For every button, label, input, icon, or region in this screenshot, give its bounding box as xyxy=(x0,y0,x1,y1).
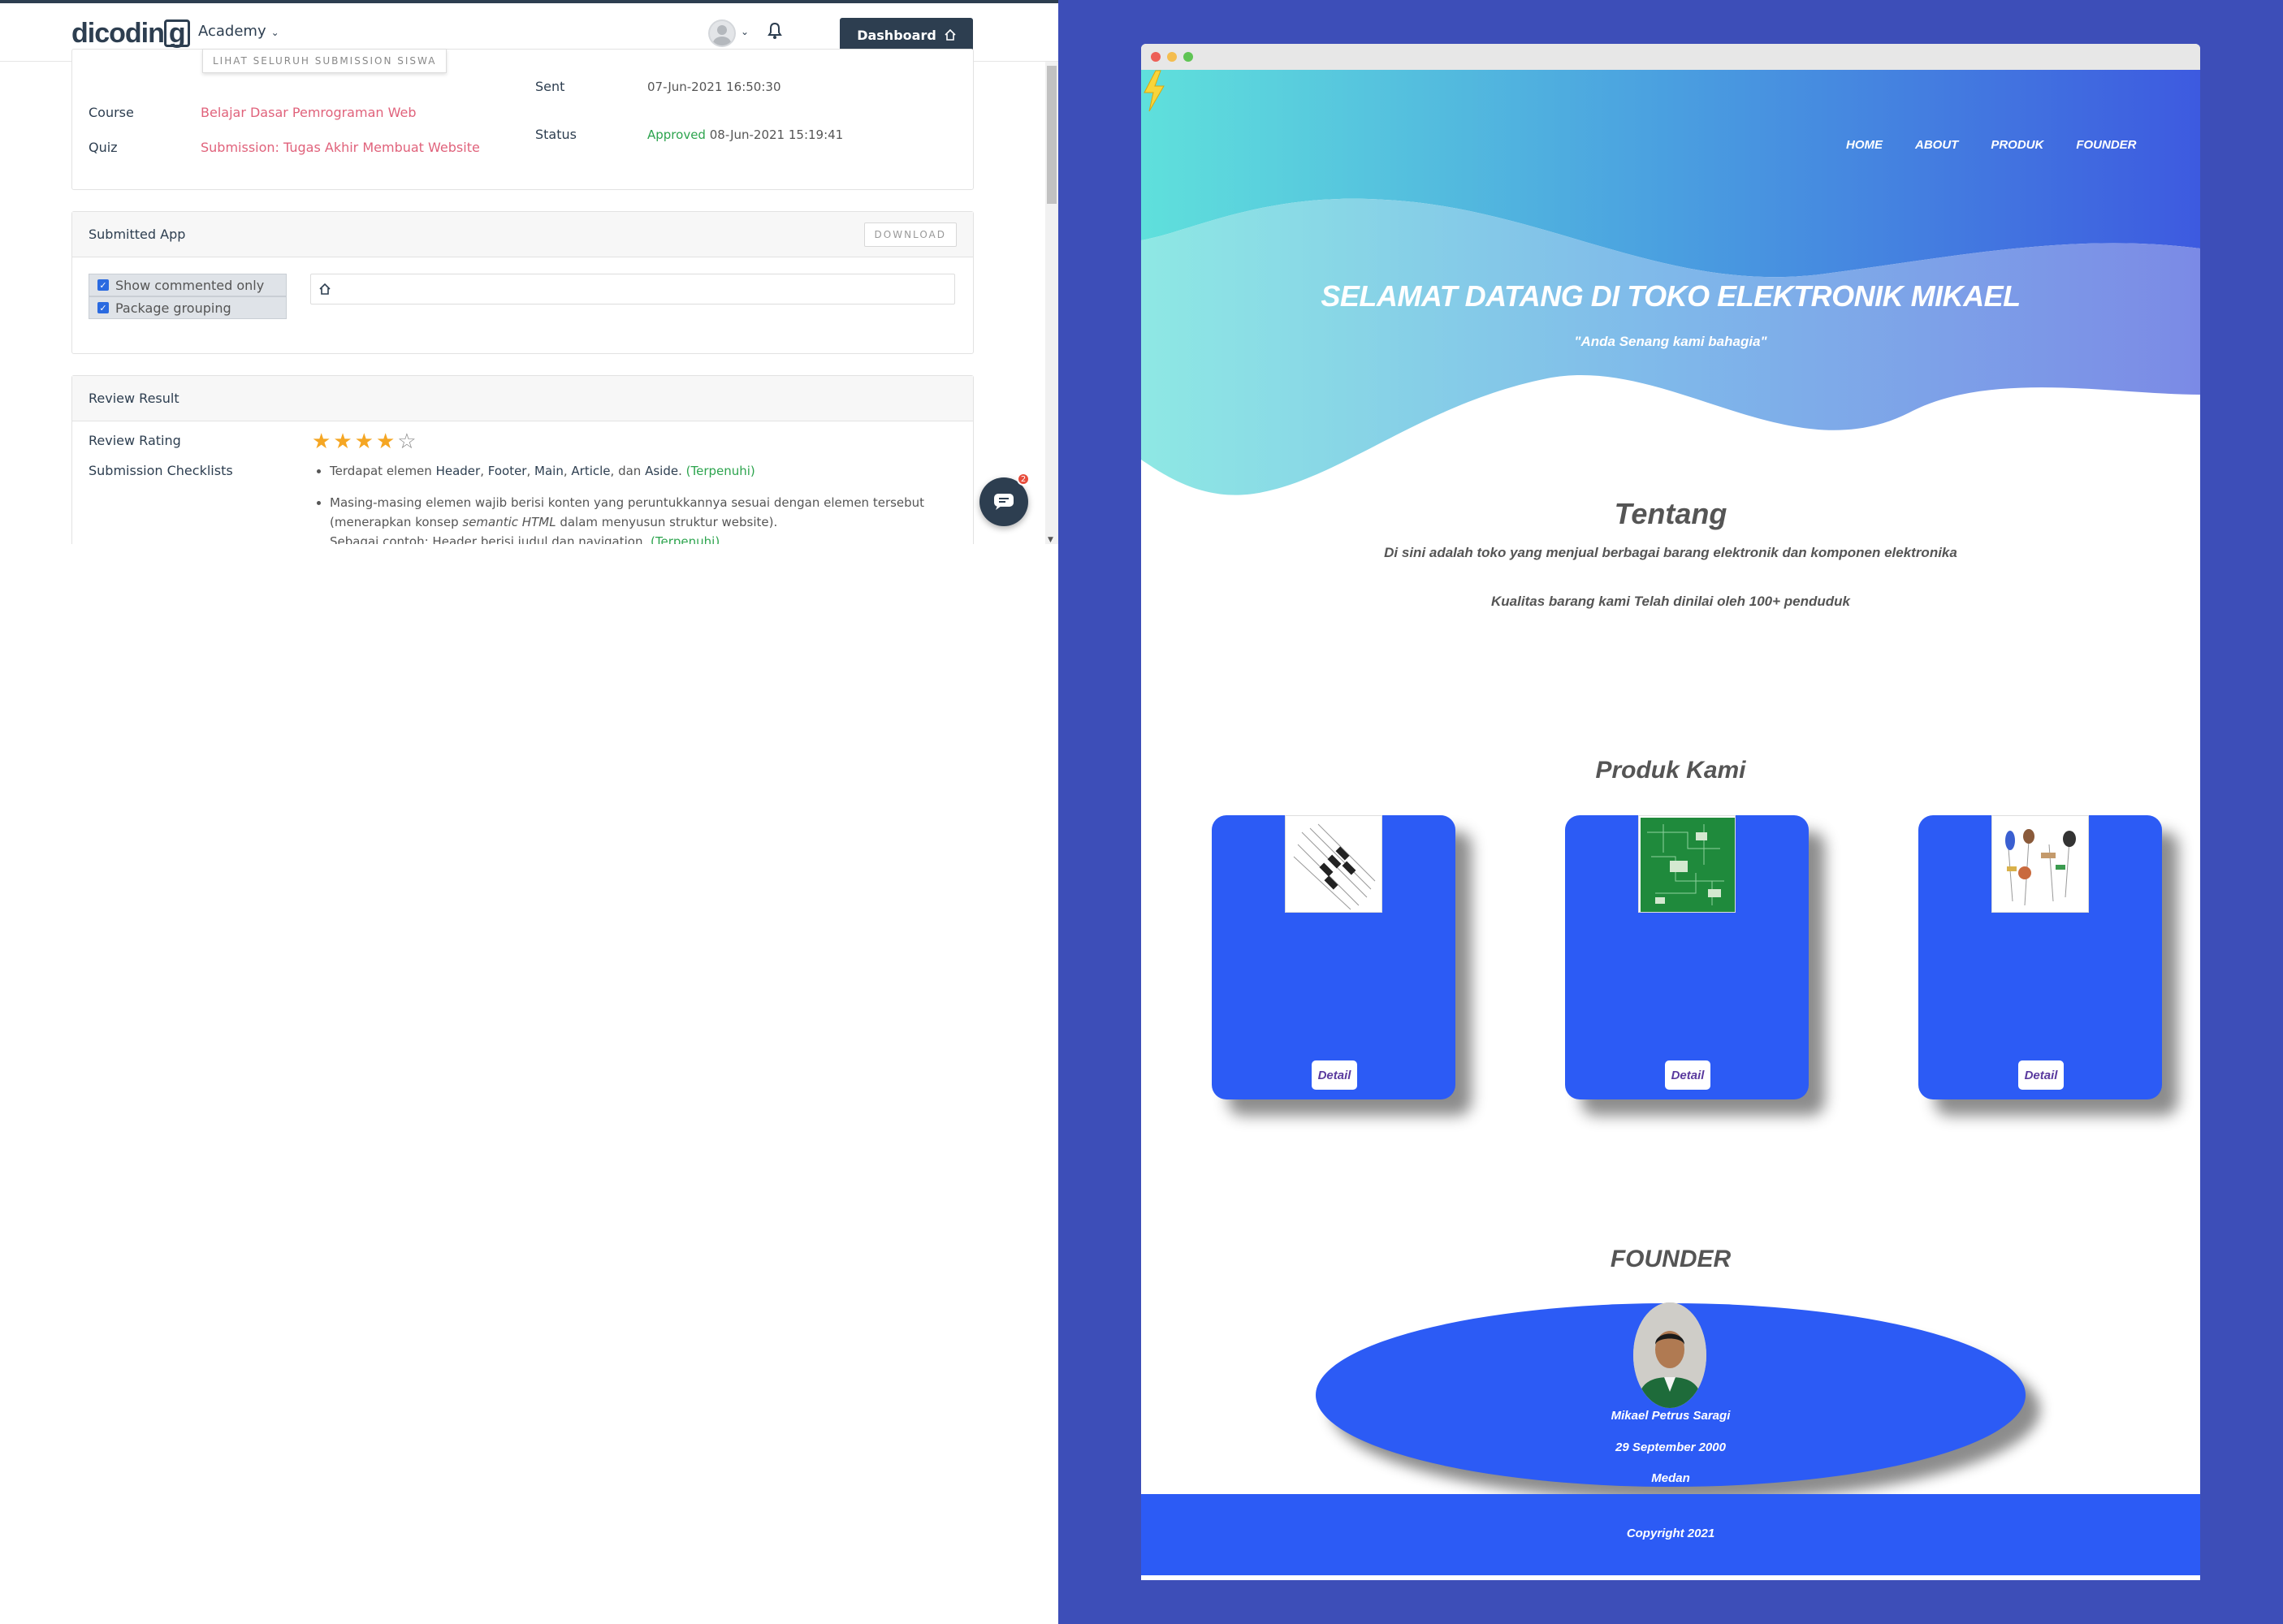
product-card: Detail xyxy=(1565,815,1809,1099)
package-grouping-label: Package grouping xyxy=(115,300,231,316)
chevron-down-icon: ⌄ xyxy=(270,27,279,38)
star-filled-icon: ★ xyxy=(375,430,396,454)
minimize-dot-icon[interactable] xyxy=(1167,52,1177,62)
lightning-logo-icon[interactable] xyxy=(1141,70,1167,112)
detail-button[interactable]: Detail xyxy=(2018,1060,2064,1090)
nav-home-link[interactable]: HOME xyxy=(1846,138,1883,152)
site-nav: HOME ABOUT PRODUK FOUNDER xyxy=(1846,138,2137,152)
status-label: Status xyxy=(535,127,577,142)
review-result-header: Review Result xyxy=(72,376,973,421)
see-all-submissions-button[interactable]: LIHAT SELURUH SUBMISSION SISWA xyxy=(202,49,448,73)
avatar[interactable] xyxy=(708,19,736,47)
status-value: Approved 08-Jun-2021 15:19:41 xyxy=(647,127,843,142)
quiz-label: Quiz xyxy=(89,140,118,155)
founder-city: Medan xyxy=(1651,1471,1690,1485)
founder-dob: 29 September 2000 xyxy=(1615,1440,1726,1454)
chevron-down-icon[interactable]: ⌄ xyxy=(741,26,749,37)
dicoding-pane: dicodin g Academy ⌄ ⌄ Dashboard LIHAT SELU… xyxy=(0,0,1058,1624)
academy-menu[interactable]: Academy ⌄ xyxy=(198,23,279,40)
about-text-2: Kualitas barang kami Telah dinilai oleh … xyxy=(1491,594,1850,609)
hero-title: SELAMAT DATANG DI TOKO ELEKTRONIK MIKAEL xyxy=(1321,279,2021,313)
submitted-app-card: Submitted App DOWNLOAD ✓ Show commented … xyxy=(71,211,974,354)
detail-button[interactable]: Detail xyxy=(1665,1060,1710,1090)
browser-window: HOME ABOUT PRODUK FOUNDER SELAMAT DATANG… xyxy=(1141,44,2200,1580)
sent-value: 07-Jun-2021 16:50:30 xyxy=(647,80,781,94)
rating-stars: ★ ★ ★ ★ ☆ xyxy=(312,430,417,454)
chat-count-badge: 2 xyxy=(1017,473,1030,486)
home-icon[interactable] xyxy=(319,283,331,295)
review-result-title: Review Result xyxy=(89,391,179,406)
founder-photo xyxy=(1633,1302,1706,1408)
about-title: Tentang xyxy=(1614,497,1727,530)
submitted-app-title: Submitted App xyxy=(89,227,186,242)
dicoding-logo[interactable]: dicodin g xyxy=(71,18,190,50)
status-badge: Approved xyxy=(647,127,706,142)
close-dot-icon[interactable] xyxy=(1151,52,1161,62)
hero-section: HOME ABOUT PRODUK FOUNDER SELAMAT DATANG… xyxy=(1141,70,2200,525)
copyright-text: Copyright 2021 xyxy=(1626,1527,1715,1540)
submission-checklists-label: Submission Checklists xyxy=(89,463,233,478)
course-link[interactable]: Belajar Dasar Pemrograman Web xyxy=(201,105,416,120)
show-commented-label: Show commented only xyxy=(115,277,265,293)
download-button[interactable]: DOWNLOAD xyxy=(863,222,957,247)
list-item: Masing-masing elemen wajib berisi konten… xyxy=(330,493,945,551)
submitted-app-header: Submitted App DOWNLOAD xyxy=(72,212,973,257)
product-card: Detail xyxy=(1918,815,2162,1099)
package-grouping-checkbox[interactable]: ✓ Package grouping xyxy=(89,296,287,319)
scroll-down-icon[interactable]: ▼ xyxy=(1048,536,1053,544)
hero-quote: "Anda Senang kami bahagia" xyxy=(1574,334,1767,349)
list-item: Terdapat elemen Header, Footer, Main, Ar… xyxy=(330,461,945,481)
product-card: Detail xyxy=(1212,815,1455,1099)
pcb-image xyxy=(1638,815,1736,913)
maximize-dot-icon[interactable] xyxy=(1183,52,1193,62)
star-empty-icon: ☆ xyxy=(397,430,417,454)
file-path-input[interactable] xyxy=(310,274,955,304)
blank-area xyxy=(0,544,1058,1624)
scrollbar[interactable]: ▼ xyxy=(1045,62,1058,544)
sent-label: Sent xyxy=(535,79,565,94)
site-footer: Copyright 2021 xyxy=(1141,1494,2200,1575)
star-filled-icon: ★ xyxy=(354,430,374,454)
dashboard-button[interactable]: Dashboard xyxy=(840,18,973,52)
status-date: 08-Jun-2021 15:19:41 xyxy=(709,127,844,142)
review-rating-label: Review Rating xyxy=(89,433,181,448)
nav-produk-link[interactable]: PRODUK xyxy=(1991,138,2043,152)
dashboard-label: Dashboard xyxy=(857,27,936,43)
academy-label: Academy xyxy=(198,23,266,40)
browser-chrome xyxy=(1141,44,2200,70)
chat-icon xyxy=(994,494,1014,510)
home-icon xyxy=(945,29,956,41)
checkbox-checked-icon: ✓ xyxy=(97,279,109,291)
star-filled-icon: ★ xyxy=(312,430,331,454)
about-text-1: Di sini adalah toko yang menjual berbaga… xyxy=(1384,545,1957,560)
course-label: Course xyxy=(89,105,134,120)
quiz-link[interactable]: Submission: Tugas Akhir Membuat Website xyxy=(201,140,480,155)
founder-title: FOUNDER xyxy=(1610,1246,1732,1272)
diodes-image xyxy=(1285,815,1382,913)
website-preview-pane: HOME ABOUT PRODUK FOUNDER SELAMAT DATANG… xyxy=(1058,0,2283,1624)
submission-info-card: LIHAT SELURUH SUBMISSION SISWA Course Be… xyxy=(71,49,974,190)
scrollbar-thumb[interactable] xyxy=(1047,66,1057,204)
founder-name: Mikael Petrus Saragi xyxy=(1611,1409,1731,1423)
components-image xyxy=(1991,815,2089,913)
checkbox-checked-icon: ✓ xyxy=(97,302,109,313)
star-filled-icon: ★ xyxy=(333,430,352,454)
nav-founder-link[interactable]: FOUNDER xyxy=(2076,138,2136,152)
bell-icon[interactable] xyxy=(767,22,782,40)
products-title: Produk Kami xyxy=(1595,757,1746,784)
show-commented-checkbox[interactable]: ✓ Show commented only xyxy=(89,274,287,296)
detail-button[interactable]: Detail xyxy=(1312,1060,1357,1090)
nav-about-link[interactable]: ABOUT xyxy=(1915,138,1958,152)
